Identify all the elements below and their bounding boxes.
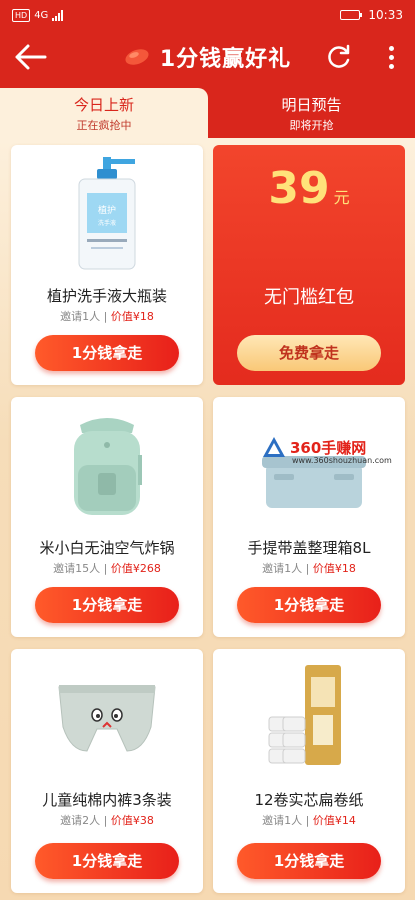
- product-price: 价值¥268: [110, 562, 161, 575]
- status-left: HD 4G: [12, 8, 64, 22]
- tab-tomorrow-subtitle: 即将开抢: [289, 119, 334, 132]
- product-card-hand-soap[interactable]: 植护 洗手液 植护洗手液大瓶装 邀请1人 | 价值¥18 1分钱拿走: [11, 145, 203, 385]
- free-claim-button[interactable]: 免费拿走: [237, 335, 381, 371]
- toilet-paper-icon: [268, 665, 341, 765]
- back-arrow-icon: [15, 44, 47, 70]
- product-card-toilet-paper[interactable]: 12卷实芯扁卷纸 邀请1人 | 价值¥14 1分钱拿走: [213, 649, 405, 893]
- status-right: 10:33: [340, 8, 403, 22]
- product-name: 手提带盖整理箱8L: [247, 539, 371, 557]
- status-bar: HD 4G 10:33: [0, 0, 415, 30]
- hd-badge: HD: [12, 8, 31, 22]
- product-price: 价值¥38: [110, 814, 154, 827]
- product-name: 植护洗手液大瓶装: [46, 287, 167, 305]
- invite-count: 邀请2人: [60, 814, 101, 827]
- svg-text:洗手液: 洗手液: [98, 219, 116, 227]
- product-image-hand-soap: 植护 洗手液: [11, 145, 203, 280]
- product-image-air-fryer: [11, 397, 203, 532]
- invite-count: 邀请15人: [53, 562, 101, 575]
- more-button[interactable]: [385, 43, 397, 71]
- tab-today-title: 今日上新: [73, 96, 134, 114]
- tab-tomorrow[interactable]: 明日预告 即将开抢: [208, 88, 415, 138]
- watermark-logo-icon: [263, 437, 285, 457]
- network-label: 4G: [34, 9, 49, 21]
- air-fryer-icon: [74, 417, 142, 515]
- product-price: 价值¥18: [110, 310, 154, 323]
- product-card-storage-box[interactable]: 手提带盖整理箱8L 邀请1人 | 价值¥18 1分钱拿走: [213, 397, 405, 637]
- product-meta: 邀请1人 | 价值¥14: [262, 814, 356, 827]
- more-vertical-icon-dot: [388, 63, 394, 69]
- red-packet-amount-wrap: 39 元: [213, 163, 405, 214]
- watermark: 360手赚网: [262, 436, 366, 458]
- red-packet-label: 无门槛红包: [264, 287, 354, 308]
- product-name: 12卷实芯扁卷纸: [254, 791, 364, 809]
- watermark-url: www.360shouzhuan.com: [292, 456, 392, 465]
- claim-button[interactable]: 1分钱拿走: [35, 587, 179, 623]
- more-vertical-icon-dot: [388, 54, 394, 60]
- more-vertical-icon-dot: [388, 45, 394, 51]
- back-button[interactable]: [14, 43, 48, 71]
- hand-soap-bottle-icon: 植护 洗手液: [78, 156, 136, 269]
- tab-tomorrow-title: 明日预告: [281, 96, 342, 114]
- product-meta: 邀请1人 | 价值¥18: [262, 562, 356, 575]
- red-packet-amount: 39: [268, 163, 330, 214]
- title-bar: 1分钱赢好礼: [0, 30, 415, 84]
- battery-icon: [340, 10, 363, 20]
- tab-today[interactable]: 今日上新 正在疯抢中: [0, 88, 208, 138]
- product-price: 价值¥14: [312, 814, 356, 827]
- product-name: 米小白无油空气炸锅: [39, 539, 175, 557]
- refresh-button[interactable]: [325, 43, 353, 71]
- underwear-icon: [58, 684, 156, 752]
- tab-today-subtitle: 正在疯抢中: [76, 119, 132, 132]
- claim-button[interactable]: 1分钱拿走: [237, 587, 381, 623]
- status-time: 10:33: [368, 8, 403, 22]
- watermark-text: 360手赚网: [290, 438, 367, 457]
- invite-count: 邀请1人: [262, 562, 303, 575]
- invite-count: 邀请1人: [60, 310, 101, 323]
- signal-icon: [52, 9, 64, 21]
- product-card-kids-underwear[interactable]: 儿童纯棉内裤3条装 邀请2人 | 价值¥38 1分钱拿走: [11, 649, 203, 893]
- product-price: 价值¥18: [312, 562, 356, 575]
- claim-button[interactable]: 1分钱拿走: [35, 335, 179, 371]
- tab-bar: 今日上新 正在疯抢中 明日预告 即将开抢: [0, 84, 415, 138]
- red-packet-unit: 元: [333, 188, 350, 207]
- red-packet-icon: [125, 49, 149, 65]
- product-image-kids-underwear: [11, 649, 203, 784]
- product-meta: 邀请1人 | 价值¥18: [60, 310, 154, 323]
- claim-button[interactable]: 1分钱拿走: [35, 843, 179, 879]
- product-image-toilet-paper: [213, 649, 405, 784]
- product-card-air-fryer[interactable]: 米小白无油空气炸锅 邀请15人 | 价值¥268 1分钱拿走: [11, 397, 203, 637]
- red-packet-card[interactable]: 39 元 无门槛红包 免费拿走: [213, 145, 405, 385]
- svg-text:植护: 植护: [98, 204, 116, 216]
- product-meta: 邀请15人 | 价值¥268: [53, 562, 161, 575]
- invite-count: 邀请1人: [262, 814, 303, 827]
- page-title: 1分钱赢好礼: [159, 47, 292, 72]
- claim-button[interactable]: 1分钱拿走: [237, 843, 381, 879]
- refresh-icon: [328, 44, 350, 68]
- product-name: 儿童纯棉内裤3条装: [42, 791, 172, 809]
- product-meta: 邀请2人 | 价值¥38: [60, 814, 154, 827]
